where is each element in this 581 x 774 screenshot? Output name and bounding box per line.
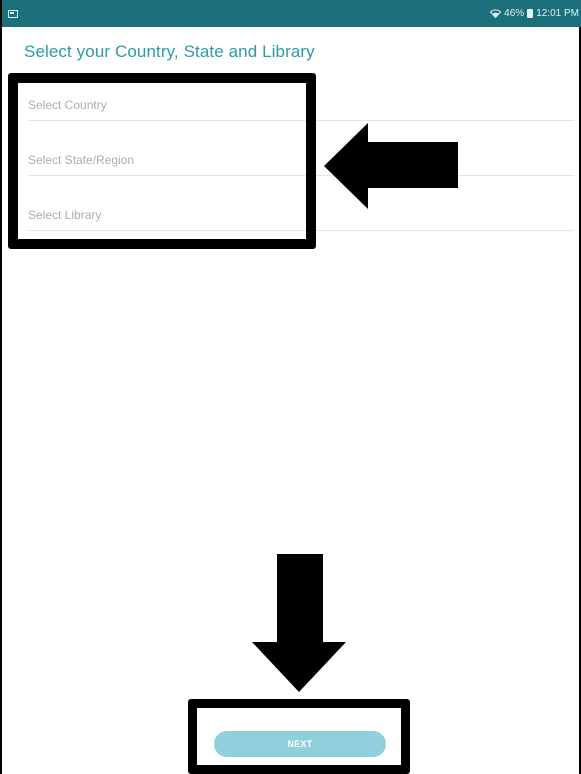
state-input[interactable] <box>28 146 574 174</box>
status-right: 46% 12:01 PM <box>490 8 579 19</box>
library-field[interactable] <box>28 201 574 231</box>
country-field[interactable] <box>28 91 574 121</box>
status-bar: 46% 12:01 PM <box>2 0 581 27</box>
gallery-icon <box>8 9 18 18</box>
state-field[interactable] <box>28 146 574 176</box>
status-left <box>8 9 18 18</box>
status-time: 12:01 PM <box>536 8 579 19</box>
battery-percent: 46% <box>504 8 525 19</box>
next-button[interactable]: NEXT <box>214 731 386 757</box>
app-screen: 46% 12:01 PM Select your Country, State … <box>0 0 581 774</box>
battery-icon <box>527 9 534 18</box>
page-title: Select your Country, State and Library <box>24 42 315 61</box>
wifi-icon <box>490 9 502 18</box>
country-input[interactable] <box>28 91 574 119</box>
library-input[interactable] <box>28 201 574 229</box>
arrow-down-icon <box>252 554 346 692</box>
